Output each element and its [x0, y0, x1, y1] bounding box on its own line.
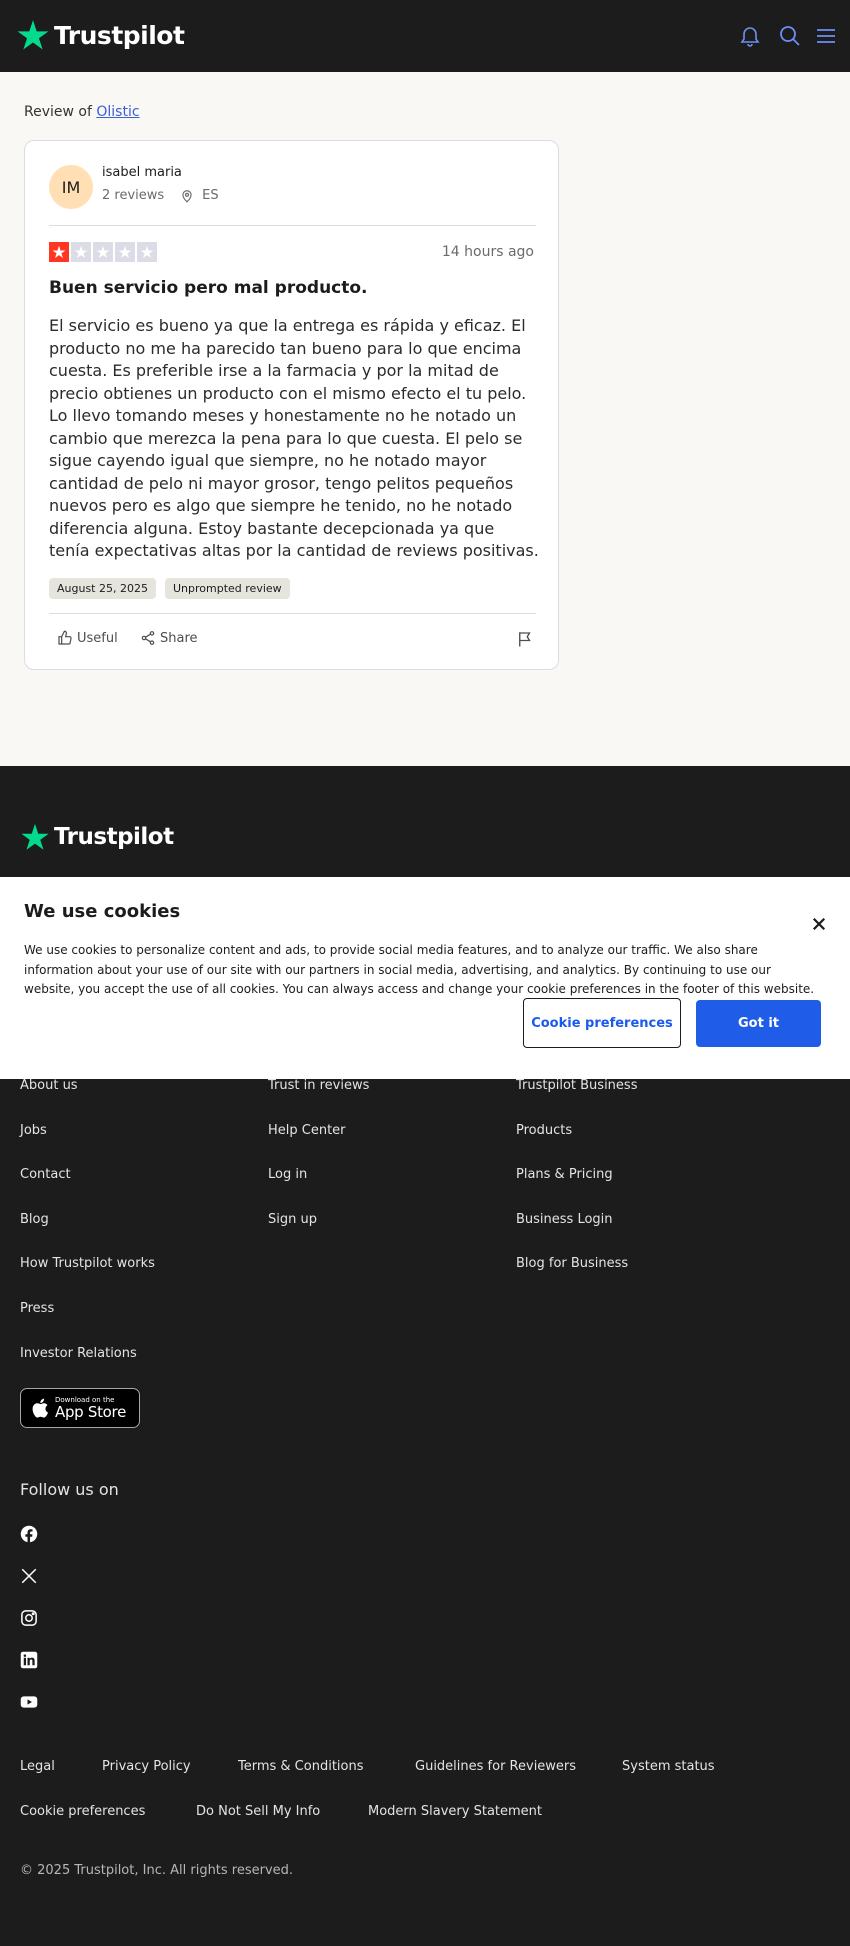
footer-link-contact[interactable]: Contact	[20, 1167, 71, 1182]
footer-link-about-us[interactable]: About us	[20, 1078, 78, 1093]
app-store-text: Download on the App Store	[55, 1396, 126, 1420]
star-empty-icon	[71, 242, 91, 262]
footer-link-cookie-preferences[interactable]: Cookie preferences	[20, 1804, 145, 1819]
got-it-button[interactable]: Got it	[696, 1000, 821, 1047]
thumbs-up-icon	[58, 630, 72, 645]
reviewer-meta: 2 reviews ES	[102, 188, 219, 203]
footer-link-guidelines-for-reviewers[interactable]: Guidelines for Reviewers	[415, 1759, 576, 1774]
location-pin-icon	[182, 189, 192, 203]
reviewer-country: ES	[202, 188, 219, 203]
footer-link-plans-pricing[interactable]: Plans & Pricing	[516, 1167, 613, 1182]
footer-link-terms-conditions[interactable]: Terms & Conditions	[238, 1759, 364, 1774]
cookie-preferences-button[interactable]: Cookie preferences	[523, 998, 681, 1048]
footer-link-legal[interactable]: Legal	[20, 1759, 55, 1774]
footer-link-help-center[interactable]: Help Center	[268, 1123, 346, 1138]
review-type-tag: Unprompted review	[165, 578, 290, 599]
cookie-banner-title: We use cookies	[24, 901, 181, 922]
star-empty-icon	[137, 242, 157, 262]
footer-link-trust-in-reviews[interactable]: Trust in reviews	[268, 1078, 369, 1093]
footer-link-sign-up[interactable]: Sign up	[268, 1212, 317, 1227]
share-label: Share	[160, 630, 198, 646]
star-filled-icon	[49, 242, 69, 262]
footer-link-press[interactable]: Press	[20, 1301, 54, 1316]
footer-link-jobs[interactable]: Jobs	[20, 1123, 47, 1138]
review-title: Buen servicio pero mal producto.	[49, 278, 368, 298]
trustpilot-star-icon	[17, 20, 49, 50]
card-divider-top	[49, 225, 536, 226]
copyright: © 2025 Trustpilot, Inc. All rights reser…	[20, 1863, 294, 1878]
review-date-tag: August 25, 2025	[49, 578, 156, 599]
linkedin-icon[interactable]	[20, 1651, 38, 1669]
review-of-line: Review of Olistic	[24, 104, 140, 120]
trustpilot-star-icon	[21, 823, 49, 850]
share-button[interactable]: Share	[140, 630, 198, 646]
x-icon[interactable]	[20, 1567, 38, 1585]
footer-link-log-in[interactable]: Log in	[268, 1167, 307, 1182]
star-empty-icon	[115, 242, 135, 262]
footer-link-do-not-sell[interactable]: Do Not Sell My Info	[196, 1804, 320, 1819]
review-time-ago: 14 hours ago	[441, 244, 534, 260]
trustpilot-logo[interactable]: Trustpilot	[16, 18, 185, 52]
app-store-big-label: App Store	[55, 1403, 127, 1421]
brand-wordmark: Trustpilot	[54, 20, 185, 50]
company-link[interactable]: Olistic	[96, 104, 139, 120]
footer-link-business-login[interactable]: Business Login	[516, 1212, 613, 1227]
footer-trustpilot-logo[interactable]: Trustpilot	[20, 822, 174, 852]
useful-label: Useful	[77, 630, 118, 646]
review-card: IM isabel maria 2 reviews ES 14 hours ag…	[24, 140, 559, 670]
star-empty-icon	[93, 242, 113, 262]
search-icon[interactable]	[778, 24, 802, 48]
instagram-icon[interactable]	[20, 1609, 38, 1627]
useful-button[interactable]: Useful	[57, 630, 118, 646]
app-store-badge[interactable]: Download on the App Store	[20, 1388, 140, 1428]
footer-link-trustpilot-business[interactable]: Trustpilot Business	[516, 1078, 637, 1093]
cookie-banner-text: We use cookies to personalize content an…	[24, 943, 815, 996]
card-divider-bottom	[49, 613, 536, 614]
footer-link-blog-for-business[interactable]: Blog for Business	[516, 1256, 628, 1271]
footer-link-investor-relations[interactable]: Investor Relations	[20, 1346, 137, 1361]
cookie-banner: We use cookies We use cookies to persona…	[0, 877, 850, 1079]
top-navigation-bar: Trustpilot	[0, 0, 850, 72]
footer-brand-wordmark: Trustpilot	[54, 824, 174, 850]
review-body: El servicio es bueno ya que la entrega e…	[49, 316, 539, 560]
follow-us-heading: Follow us on	[20, 1480, 119, 1499]
footer-link-products[interactable]: Products	[516, 1123, 572, 1138]
footer-link-modern-slavery[interactable]: Modern Slavery Statement	[368, 1804, 542, 1819]
footer-link-privacy-policy[interactable]: Privacy Policy	[102, 1759, 191, 1774]
reviewer-review-count: 2 reviews	[102, 188, 165, 203]
close-icon[interactable]	[810, 915, 828, 933]
review-of-prefix: Review of	[24, 104, 92, 120]
flag-icon[interactable]	[516, 630, 534, 648]
footer-link-how-trustpilot-works[interactable]: How Trustpilot works	[20, 1256, 155, 1271]
avatar[interactable]: IM	[49, 165, 93, 209]
reviewer-name[interactable]: isabel maria	[102, 165, 182, 180]
bell-icon[interactable]	[738, 24, 762, 48]
footer-link-blog[interactable]: Blog	[20, 1212, 49, 1227]
footer-link-system-status[interactable]: System status	[622, 1759, 715, 1774]
star-rating	[49, 242, 157, 262]
youtube-icon[interactable]	[20, 1693, 38, 1711]
apple-icon	[32, 1398, 49, 1418]
menu-icon[interactable]	[814, 24, 838, 48]
facebook-icon[interactable]	[20, 1525, 38, 1543]
share-icon	[141, 631, 155, 645]
